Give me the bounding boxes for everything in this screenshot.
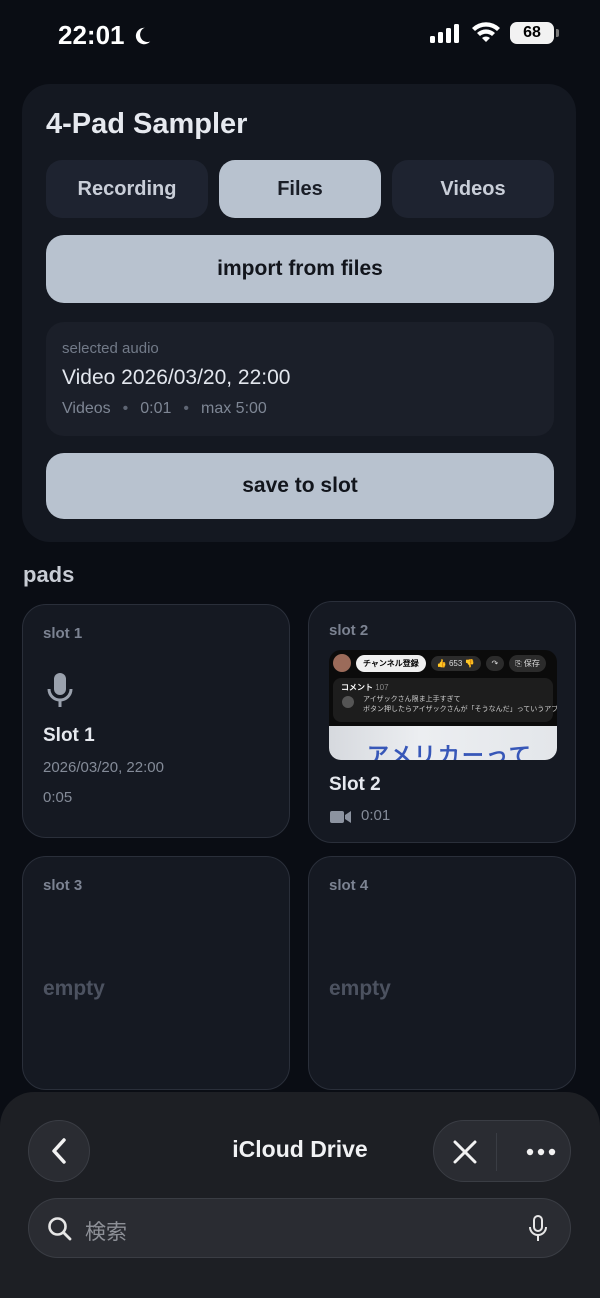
pads-heading: pads (23, 562, 75, 587)
channel-avatar (333, 654, 351, 672)
comments-header: コメント 107 (341, 683, 389, 692)
moon-icon (135, 27, 150, 44)
page-title: 4-Pad Sampler (46, 108, 248, 140)
import-from-files-button[interactable]: import from files (46, 235, 554, 303)
status-icons: 68 (430, 22, 559, 44)
video-thumbnail: チャンネル登録 👍 653 👎 ↷ ⎘ 保存 コメント 107 アイザックさん限… (329, 650, 557, 760)
selected-audio-max: max 5:00 (201, 400, 267, 417)
like-chip: 👍 653 👎 (430, 655, 481, 671)
share-chip: ↷ (485, 655, 505, 671)
slot-label: slot 2 (329, 622, 369, 639)
pad-slot-1[interactable]: slot 1 Slot 1 2026/03/20, 22:00 0:05 (22, 604, 290, 838)
pad-slot-2[interactable]: slot 2 チャンネル登録 👍 653 👎 ↷ ⎘ 保存 コメント 107 ア… (308, 601, 576, 843)
pad-slot-4[interactable]: slot 4 empty (308, 856, 576, 1090)
subscribe-chip: チャンネル登録 (356, 654, 426, 672)
selected-audio-name: Video 2026/03/20, 22:00 (62, 366, 291, 389)
more-button[interactable] (510, 1121, 572, 1183)
separator-dot: • (183, 400, 189, 417)
slot-label: slot 3 (43, 877, 83, 894)
sampler-card: 4-Pad Sampler Recording Files Videos imp… (22, 84, 576, 542)
thumb-caption: アメリカーって (367, 743, 533, 760)
selected-audio-duration: 0:01 (140, 400, 172, 417)
thumb-image: アメリカーって (329, 726, 557, 760)
like-count: 653 (448, 658, 463, 668)
separator-dot: • (122, 400, 129, 417)
sheet-actions (433, 1120, 571, 1182)
status-bar: 22:01 68 (0, 0, 600, 72)
close-button[interactable] (434, 1121, 496, 1183)
search-field[interactable]: 検索 (28, 1198, 571, 1258)
save-chip: ⎘ 保存 (509, 654, 546, 672)
time-text: 22:01 (58, 20, 125, 50)
ellipsis-icon (526, 1148, 556, 1156)
empty-label: empty (329, 977, 391, 1000)
close-icon (453, 1140, 477, 1164)
slot-label: slot 4 (329, 877, 369, 894)
microphone-icon (47, 673, 73, 707)
pad-duration: 0:05 (43, 789, 73, 806)
pad-name: Slot 2 (329, 774, 381, 795)
divider (496, 1133, 497, 1171)
selected-audio-label: selected audio (62, 340, 159, 357)
battery-level: 68 (523, 24, 541, 41)
microphone-icon[interactable] (528, 1214, 548, 1244)
comment-box: コメント 107 アイザックさん限ま上手すぎて ボタン押したらアイザックさんが「… (333, 678, 557, 722)
video-camera-icon (330, 811, 351, 823)
comment-line-2: ボタン押したらアイザックさんが「そうなんだ」っていうアプリ欲… (363, 706, 557, 713)
search-placeholder: 検索 (85, 1221, 127, 1244)
source-tabs: Recording Files Videos (46, 160, 554, 218)
slot-label: slot 1 (43, 625, 83, 642)
save-text: 保存 (523, 658, 540, 668)
wifi-icon (472, 22, 500, 42)
commenter-avatar (342, 696, 354, 708)
selected-audio-source: Videos (62, 400, 111, 417)
thumb-toolbar: チャンネル登録 👍 653 👎 ↷ ⎘ 保存 (329, 650, 557, 676)
status-time: 22:01 (58, 20, 153, 51)
selected-audio-meta: Videos • 0:01 • max 5:00 (62, 400, 267, 418)
empty-label: empty (43, 977, 105, 1000)
pad-slot-3[interactable]: slot 3 empty (22, 856, 290, 1090)
tab-files[interactable]: Files (219, 160, 381, 218)
search-icon (48, 1217, 72, 1241)
save-to-slot-button[interactable]: save to slot (46, 453, 554, 519)
file-picker-sheet: iCloud Drive 検索 (0, 1092, 600, 1298)
pad-duration: 0:01 (361, 807, 391, 824)
tab-videos[interactable]: Videos (392, 160, 554, 218)
battery-indicator: 68 (510, 22, 559, 44)
selected-audio-panel: selected audio Video 2026/03/20, 22:00 V… (46, 322, 554, 436)
pad-date: 2026/03/20, 22:00 (43, 759, 164, 776)
pad-name: Slot 1 (43, 725, 95, 746)
cellular-signal-icon (430, 24, 459, 43)
comment-line-1: アイザックさん限ま上手すぎて (363, 696, 461, 703)
tab-recording[interactable]: Recording (46, 160, 208, 218)
